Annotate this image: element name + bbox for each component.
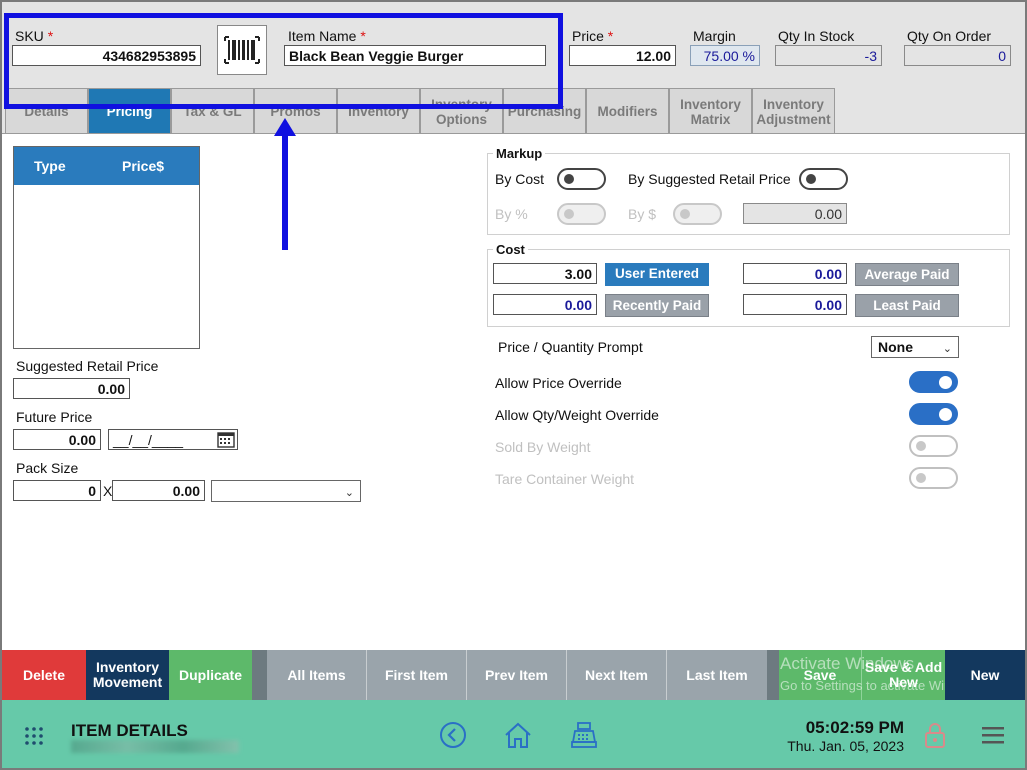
price-qty-prompt-label: Price / Quantity Prompt bbox=[498, 339, 643, 355]
clock-date: Thu. Jan. 05, 2023 bbox=[787, 738, 904, 754]
pack-size-label: Pack Size bbox=[16, 460, 79, 476]
first-item-button[interactable]: First Item bbox=[367, 650, 467, 700]
blurred-user-info bbox=[71, 740, 239, 753]
tab-inventory-matrix[interactable]: Inventory Matrix bbox=[669, 88, 752, 134]
tab-modifiers[interactable]: Modifiers bbox=[586, 88, 669, 134]
qty-in-stock-label: Qty In Stock bbox=[778, 28, 855, 44]
price-qty-prompt-select[interactable]: None ⌄ bbox=[871, 336, 959, 358]
pack-size-price-field[interactable]: 0.00 bbox=[112, 480, 205, 501]
markup-value-field: 0.00 bbox=[743, 203, 847, 224]
price-qty-prompt-value: None bbox=[878, 339, 913, 355]
user-entered-cost-field[interactable]: 3.00 bbox=[493, 263, 597, 284]
price-field[interactable]: 12.00 bbox=[569, 45, 676, 66]
qty-on-order-field: 0 bbox=[904, 45, 1011, 66]
qty-in-stock-field: -3 bbox=[775, 45, 882, 66]
chevron-down-icon: ⌄ bbox=[344, 487, 354, 499]
all-items-button[interactable]: All Items bbox=[267, 650, 367, 700]
future-price-field[interactable]: 0.00 bbox=[13, 429, 101, 450]
pack-size-qty-field[interactable]: 0 bbox=[13, 480, 101, 501]
by-percent-toggle bbox=[557, 203, 606, 225]
tab-inventory-adjustment[interactable]: Inventory Adjustment bbox=[752, 88, 835, 134]
inventory-movement-button[interactable]: Inventory Movement bbox=[86, 650, 169, 700]
lock-icon[interactable] bbox=[924, 721, 946, 749]
tare-container-weight-toggle bbox=[909, 467, 958, 489]
least-paid-field: 0.00 bbox=[743, 294, 847, 315]
separator bbox=[767, 650, 779, 700]
allow-price-override-label: Allow Price Override bbox=[495, 375, 622, 391]
suggested-retail-field[interactable]: 0.00 bbox=[13, 378, 130, 399]
future-date-value: __/__/____ bbox=[113, 432, 184, 448]
annotation-highlight-box bbox=[4, 13, 563, 109]
recently-paid-button[interactable]: Recently Paid bbox=[605, 294, 709, 317]
hamburger-menu-icon[interactable] bbox=[980, 724, 1006, 746]
allow-price-override-toggle[interactable] bbox=[909, 371, 958, 393]
recently-paid-field: 0.00 bbox=[493, 294, 597, 315]
allow-qty-weight-override-toggle[interactable] bbox=[909, 403, 958, 425]
markup-title: Markup bbox=[493, 146, 546, 161]
cost-title: Cost bbox=[493, 242, 528, 257]
page-title: ITEM DETAILS bbox=[71, 721, 188, 740]
margin-label: Margin bbox=[693, 28, 736, 44]
future-price-label: Future Price bbox=[16, 409, 93, 425]
allow-qty-weight-override-label: Allow Qty/Weight Override bbox=[495, 407, 659, 423]
price-label: Price * bbox=[572, 28, 614, 44]
separator bbox=[252, 650, 267, 700]
by-dollar-label: By $ bbox=[628, 206, 657, 222]
pack-size-unit-select[interactable]: ⌄ bbox=[211, 480, 361, 502]
least-paid-button[interactable]: Least Paid bbox=[855, 294, 959, 317]
annotation-arrow-icon bbox=[274, 118, 296, 250]
activate-windows-subtitle: Go to Settings to activate Windows. bbox=[780, 678, 945, 693]
by-srp-label: By Suggested Retail Price bbox=[628, 171, 791, 187]
calendar-icon[interactable] bbox=[217, 431, 235, 448]
chevron-down-icon: ⌄ bbox=[942, 343, 952, 355]
by-cost-label: By Cost bbox=[495, 171, 545, 187]
margin-field: 75.00 % bbox=[690, 45, 760, 66]
user-entered-button[interactable]: User Entered bbox=[605, 263, 709, 286]
tabs-divider bbox=[2, 133, 1025, 134]
home-icon[interactable] bbox=[503, 720, 533, 750]
by-srp-toggle[interactable] bbox=[799, 168, 848, 190]
qty-on-order-label: Qty On Order bbox=[907, 28, 992, 44]
pack-size-times: X bbox=[103, 483, 113, 499]
back-circle-icon[interactable] bbox=[439, 721, 467, 749]
next-item-button[interactable]: Next Item bbox=[567, 650, 667, 700]
by-percent-label: By % bbox=[495, 206, 528, 222]
cash-register-icon[interactable] bbox=[569, 720, 599, 750]
suggested-retail-label: Suggested Retail Price bbox=[16, 358, 159, 374]
activate-windows-title: Activate Windows bbox=[780, 654, 915, 673]
average-paid-button[interactable]: Average Paid bbox=[855, 263, 959, 286]
app-grid-icon[interactable] bbox=[24, 726, 44, 746]
by-cost-toggle[interactable] bbox=[557, 168, 606, 190]
grid-col-type[interactable]: Type bbox=[34, 158, 66, 174]
by-dollar-toggle bbox=[673, 203, 722, 225]
tare-container-weight-label: Tare Container Weight bbox=[495, 471, 635, 487]
price-grid-header: Type Price$ bbox=[14, 147, 199, 185]
delete-button[interactable]: Delete bbox=[2, 650, 86, 700]
last-item-button[interactable]: Last Item bbox=[667, 650, 767, 700]
sold-by-weight-label: Sold By Weight bbox=[495, 439, 591, 455]
sold-by-weight-toggle bbox=[909, 435, 958, 457]
clock-time: 05:02:59 PM bbox=[805, 718, 904, 737]
average-paid-field: 0.00 bbox=[743, 263, 847, 284]
duplicate-button[interactable]: Duplicate bbox=[169, 650, 252, 700]
new-button[interactable]: New bbox=[945, 650, 1025, 700]
grid-col-price[interactable]: Price$ bbox=[122, 158, 164, 174]
prev-item-button[interactable]: Prev Item bbox=[467, 650, 567, 700]
